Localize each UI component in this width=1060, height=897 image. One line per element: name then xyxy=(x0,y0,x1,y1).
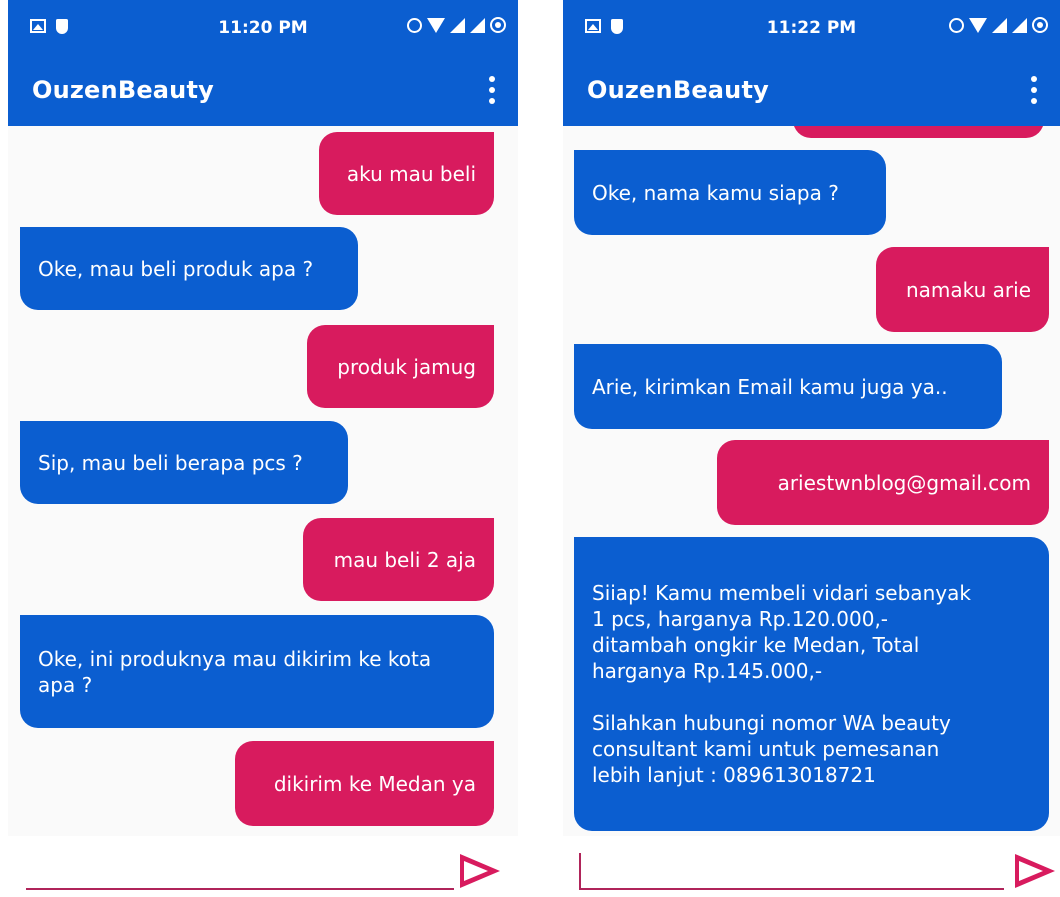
app-title: OuzenBeauty xyxy=(32,76,214,104)
app-bar: OuzenBeauty xyxy=(8,54,518,126)
alarm-icon xyxy=(949,17,964,33)
text-cursor xyxy=(579,853,581,890)
battery-icon xyxy=(490,17,506,33)
overflow-menu-icon[interactable] xyxy=(1030,76,1038,104)
user-message: aku mau beli xyxy=(319,132,494,215)
message-input-bar xyxy=(563,836,1060,897)
bot-message: Siiap! Kamu membeli vidari sebanyak 1 pc… xyxy=(574,537,1049,831)
overflow-menu-icon[interactable] xyxy=(488,76,496,104)
send-icon[interactable] xyxy=(460,854,500,888)
user-message: dikirim ke Medan ya xyxy=(235,741,494,826)
phone-screen-left: 11:20 PM OuzenBeauty aku mau beli Oke, m… xyxy=(8,0,518,897)
status-bar: 11:20 PM xyxy=(8,0,518,54)
message-input[interactable] xyxy=(26,888,454,890)
user-message: produk jamug xyxy=(307,325,494,408)
bot-message: Sip, mau beli berapa pcs ? xyxy=(20,421,348,504)
bot-message: Oke, mau beli produk apa ? xyxy=(20,227,358,310)
user-message: namaku arie xyxy=(876,247,1049,332)
wifi-icon xyxy=(969,17,987,33)
signal-icon xyxy=(992,17,1007,33)
bot-message: Oke, ini produknya mau dikirim ke kota a… xyxy=(20,615,494,728)
app-bar: OuzenBeauty xyxy=(563,54,1060,126)
battery-icon xyxy=(1032,17,1048,33)
phone-screen-right: 11:22 PM OuzenBeauty Oke, nama kamu siap… xyxy=(563,0,1060,897)
status-bar: 11:22 PM xyxy=(563,0,1060,54)
message-input-bar xyxy=(8,836,518,897)
app-title: OuzenBeauty xyxy=(587,76,769,104)
signal-icon xyxy=(470,17,485,33)
signal-icon xyxy=(1012,17,1027,33)
user-message xyxy=(793,126,1044,138)
bot-message: Oke, nama kamu siapa ? xyxy=(574,150,886,235)
chat-list[interactable]: Oke, nama kamu siapa ? namaku arie Arie,… xyxy=(563,126,1060,836)
message-input[interactable] xyxy=(579,888,1004,890)
chat-list[interactable]: aku mau beli Oke, mau beli produk apa ? … xyxy=(8,126,518,836)
wifi-icon xyxy=(427,17,445,33)
send-icon[interactable] xyxy=(1015,854,1055,888)
signal-icon xyxy=(450,17,465,33)
bot-message: Arie, kirimkan Email kamu juga ya.. xyxy=(574,344,1002,429)
user-message: mau beli 2 aja xyxy=(303,518,494,601)
user-message: ariestwnblog@gmail.com xyxy=(717,440,1049,525)
alarm-icon xyxy=(407,17,422,33)
